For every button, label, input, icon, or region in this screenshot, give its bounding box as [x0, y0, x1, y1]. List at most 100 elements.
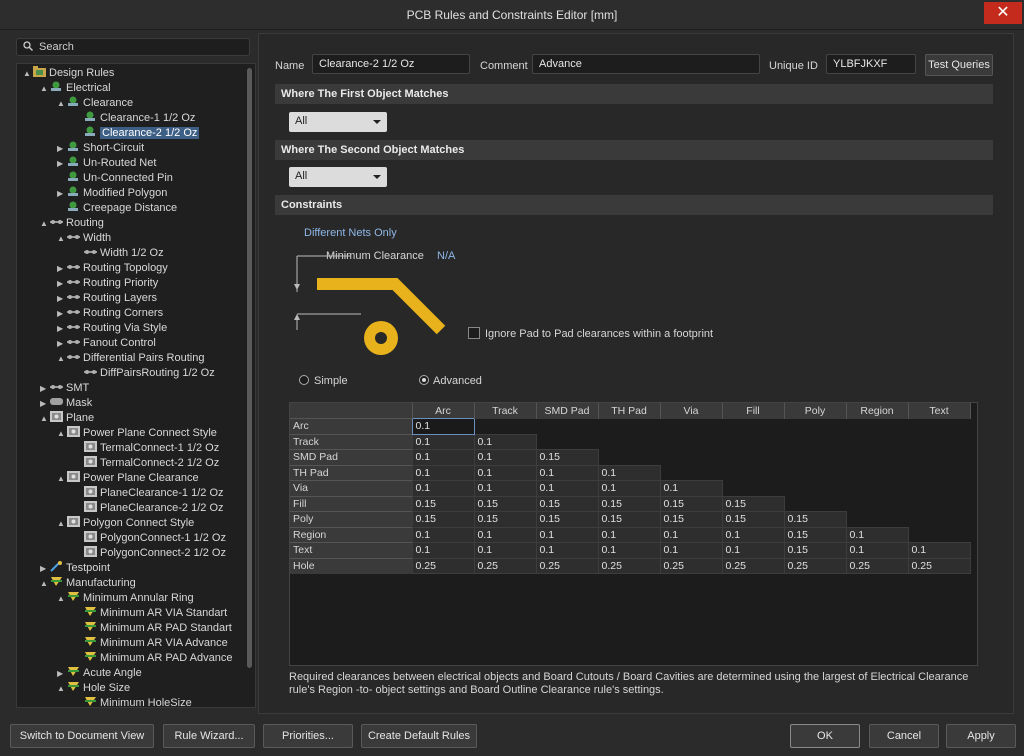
- clearance-cell[interactable]: 0.25: [721, 557, 785, 574]
- second-object-dropdown[interactable]: All: [289, 167, 387, 187]
- tree-item[interactable]: Creepage Distance: [57, 201, 177, 216]
- tree-item[interactable]: ▲ Design Rules: [23, 66, 114, 81]
- clearance-cell[interactable]: 0.25: [907, 557, 971, 574]
- switch-document-view-button[interactable]: Switch to Document View: [10, 724, 154, 748]
- search-input[interactable]: Search: [16, 38, 250, 56]
- tree-item[interactable]: ▲ Plane: [40, 411, 94, 426]
- tree-item[interactable]: ▲ Manufacturing: [40, 576, 136, 591]
- collapse-toggle-icon[interactable]: ▲: [57, 471, 67, 486]
- tree-item[interactable]: ▲ Power Plane Clearance: [57, 471, 199, 486]
- clearance-cell[interactable]: 0.25: [597, 557, 661, 574]
- clearance-cell[interactable]: 0.15: [535, 449, 599, 466]
- clearance-cell[interactable]: 0.1: [659, 480, 723, 497]
- tree-item[interactable]: ▲ Routing: [40, 216, 104, 231]
- collapse-toggle-icon[interactable]: ▲: [40, 81, 50, 96]
- expand-toggle-icon[interactable]: ▶: [57, 306, 67, 321]
- tree-item[interactable]: Minimum AR PAD Standart: [74, 621, 232, 636]
- tree-item[interactable]: ▶ Routing Topology: [57, 261, 168, 276]
- tree-item[interactable]: ▶ Short-Circuit: [57, 141, 144, 156]
- clearance-cell[interactable]: 0.15: [535, 511, 599, 528]
- clearance-cell[interactable]: 0.1: [411, 418, 475, 435]
- close-button[interactable]: ✕: [984, 2, 1022, 24]
- clearance-cell[interactable]: 0.1: [473, 526, 537, 543]
- clearance-cell[interactable]: 0.15: [597, 495, 661, 512]
- tree-item[interactable]: ▶ SMT: [40, 381, 89, 396]
- expand-toggle-icon[interactable]: ▶: [57, 336, 67, 351]
- collapse-toggle-icon[interactable]: ▲: [57, 231, 67, 246]
- test-queries-button[interactable]: Test Queries: [925, 54, 993, 76]
- clearance-cell[interactable]: 0.1: [907, 542, 971, 559]
- tree-item[interactable]: ▲ Width: [57, 231, 111, 246]
- clearance-cell[interactable]: 0.1: [473, 464, 537, 481]
- tree-item[interactable]: Minimum HoleSize: [74, 696, 192, 707]
- tree-item[interactable]: ▶ Fanout Control: [57, 336, 156, 351]
- different-nets-link[interactable]: Different Nets Only: [304, 227, 397, 239]
- tree-item[interactable]: ▶ Routing Priority: [57, 276, 158, 291]
- expand-toggle-icon[interactable]: ▶: [57, 291, 67, 306]
- clearance-cell[interactable]: 0.1: [597, 464, 661, 481]
- tree-item[interactable]: Minimum AR VIA Standart: [74, 606, 227, 621]
- tree-item[interactable]: ▶ Un-Routed Net: [57, 156, 156, 171]
- clearance-cell[interactable]: 0.1: [411, 480, 475, 497]
- collapse-toggle-icon[interactable]: ▲: [23, 66, 33, 81]
- create-default-rules-button[interactable]: Create Default Rules: [361, 724, 477, 748]
- collapse-toggle-icon[interactable]: ▲: [57, 426, 67, 441]
- tree-item[interactable]: ▶ Mask: [40, 396, 92, 411]
- cancel-button[interactable]: Cancel: [869, 724, 939, 748]
- expand-toggle-icon[interactable]: ▶: [57, 156, 67, 171]
- tree-item[interactable]: PlaneClearance-1 1/2 Oz: [74, 486, 224, 501]
- clearance-cell[interactable]: 0.25: [473, 557, 537, 574]
- expand-toggle-icon[interactable]: ▶: [40, 381, 50, 396]
- tree-item[interactable]: Minimum AR VIA Advance: [74, 636, 228, 651]
- clearance-cell[interactable]: 0.15: [721, 495, 785, 512]
- unique-id-field[interactable]: YLBFJKXF: [826, 54, 916, 74]
- collapse-toggle-icon[interactable]: ▲: [40, 411, 50, 426]
- tree-item[interactable]: Un-Connected Pin: [57, 171, 173, 186]
- expand-toggle-icon[interactable]: ▶: [57, 141, 67, 156]
- collapse-toggle-icon[interactable]: ▲: [57, 96, 67, 111]
- clearance-cell[interactable]: 0.15: [659, 511, 723, 528]
- tree-item[interactable]: ▶ Acute Angle: [57, 666, 142, 681]
- clearance-cell[interactable]: 0.25: [535, 557, 599, 574]
- clearance-cell[interactable]: 0.15: [411, 511, 475, 528]
- collapse-toggle-icon[interactable]: ▲: [57, 516, 67, 531]
- tree-item[interactable]: ▲ Power Plane Connect Style: [57, 426, 217, 441]
- clearance-cell[interactable]: 0.1: [411, 542, 475, 559]
- clearance-cell[interactable]: 0.1: [721, 526, 785, 543]
- collapse-toggle-icon[interactable]: ▲: [40, 576, 50, 591]
- clearance-cell[interactable]: 0.1: [473, 542, 537, 559]
- tree-item[interactable]: ▲ Differential Pairs Routing: [57, 351, 204, 366]
- clearance-cell[interactable]: 0.1: [659, 526, 723, 543]
- tree-item[interactable]: TermalConnect-2 1/2 Oz: [74, 456, 219, 471]
- clearance-cell[interactable]: 0.15: [783, 542, 847, 559]
- clearance-cell[interactable]: 0.25: [659, 557, 723, 574]
- tree-item[interactable]: PolygonConnect-1 1/2 Oz: [74, 531, 226, 546]
- expand-toggle-icon[interactable]: ▶: [57, 261, 67, 276]
- tree-item[interactable]: ▲ Electrical: [40, 81, 111, 96]
- first-object-dropdown[interactable]: All: [289, 112, 387, 132]
- clearance-cell[interactable]: 0.15: [473, 495, 537, 512]
- expand-toggle-icon[interactable]: ▶: [57, 666, 67, 681]
- clearance-cell[interactable]: 0.1: [473, 433, 537, 450]
- tree-item[interactable]: Clearance-1 1/2 Oz: [74, 111, 195, 126]
- collapse-toggle-icon[interactable]: ▲: [57, 591, 67, 606]
- clearance-cell[interactable]: 0.15: [783, 526, 847, 543]
- clearance-cell[interactable]: 0.1: [473, 449, 537, 466]
- collapse-toggle-icon[interactable]: ▲: [57, 681, 67, 696]
- clearance-cell[interactable]: 0.15: [473, 511, 537, 528]
- tree-item[interactable]: Width 1/2 Oz: [74, 246, 164, 261]
- collapse-toggle-icon[interactable]: ▲: [40, 216, 50, 231]
- clearance-cell[interactable]: 0.1: [597, 480, 661, 497]
- clearance-cell[interactable]: 0.15: [597, 511, 661, 528]
- tree-item[interactable]: PlaneClearance-2 1/2 Oz: [74, 501, 224, 516]
- tree-item[interactable]: TermalConnect-1 1/2 Oz: [74, 441, 219, 456]
- tree-item[interactable]: Clearance-2 1/2 Oz: [74, 126, 200, 141]
- tree-item[interactable]: PolygonConnect-2 1/2 Oz: [74, 546, 226, 561]
- tree-scrollbar[interactable]: [247, 68, 252, 668]
- clearance-cell[interactable]: 0.1: [845, 542, 909, 559]
- tree-item[interactable]: ▲ Polygon Connect Style: [57, 516, 194, 531]
- clearance-cell[interactable]: 0.25: [783, 557, 847, 574]
- clearance-cell[interactable]: 0.15: [535, 495, 599, 512]
- clearance-cell[interactable]: 0.1: [411, 449, 475, 466]
- comment-field[interactable]: Advance: [532, 54, 760, 74]
